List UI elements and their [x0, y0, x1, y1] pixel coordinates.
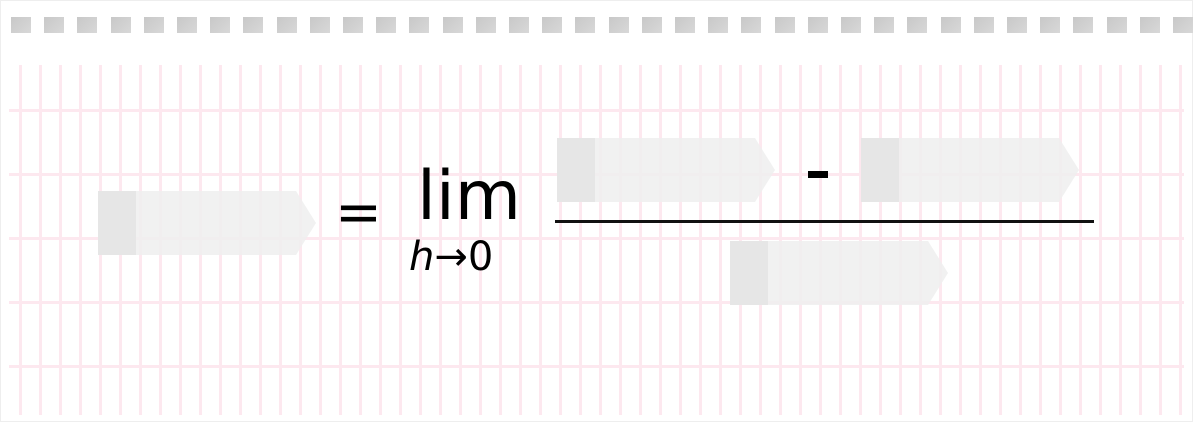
binder-hole [1106, 17, 1127, 33]
binder-hole [807, 17, 828, 33]
binder-hole [675, 17, 695, 33]
binder-hole [1073, 17, 1094, 33]
binder-hole [475, 17, 496, 33]
arrow-icon: → [434, 234, 468, 280]
drop-slot-numerator-left[interactable] [557, 138, 775, 202]
binder-hole [973, 17, 994, 33]
binder-hole [1173, 17, 1193, 33]
binder-hole [608, 17, 629, 33]
binder-hole [1007, 17, 1027, 33]
binder-hole [210, 17, 231, 33]
binder-hole [841, 17, 861, 33]
binder-hole [874, 17, 895, 33]
binder-hole [641, 17, 662, 33]
binder-hole [376, 17, 397, 33]
binder-hole [143, 17, 164, 33]
drop-slot-denominator[interactable] [730, 241, 948, 305]
binder-hole [77, 17, 98, 33]
binder-hole [1139, 17, 1160, 33]
binder-hole [575, 17, 596, 33]
binder-hole [542, 17, 563, 33]
equals-sign: = [335, 180, 382, 245]
binder-hole [409, 17, 430, 33]
binder-hole [907, 17, 928, 33]
drop-slot-lhs[interactable] [98, 191, 316, 255]
drop-slot-numerator-right[interactable] [861, 138, 1079, 202]
binder-hole [741, 17, 762, 33]
lim-variable: h [409, 234, 435, 280]
minus-sign: - [808, 171, 828, 178]
binder-hole [276, 17, 297, 33]
binder-hole [1040, 17, 1061, 33]
binder-hole [442, 17, 463, 33]
binder-hole [774, 17, 795, 33]
lim-operator: lim [417, 157, 522, 236]
binder-hole [708, 17, 729, 33]
fraction-bar [555, 220, 1094, 223]
binder-holes [1, 17, 1193, 33]
binder-hole [110, 17, 131, 33]
binder-hole [509, 17, 529, 33]
lim-subscript: h→0 [409, 233, 493, 281]
binder-hole [243, 17, 264, 33]
binder-hole [177, 17, 197, 33]
binder-hole [309, 17, 330, 33]
binder-hole [940, 17, 961, 33]
binder-hole [11, 17, 31, 33]
binder-hole [343, 17, 363, 33]
lim-value: 0 [467, 234, 494, 280]
binder-hole [44, 17, 65, 33]
